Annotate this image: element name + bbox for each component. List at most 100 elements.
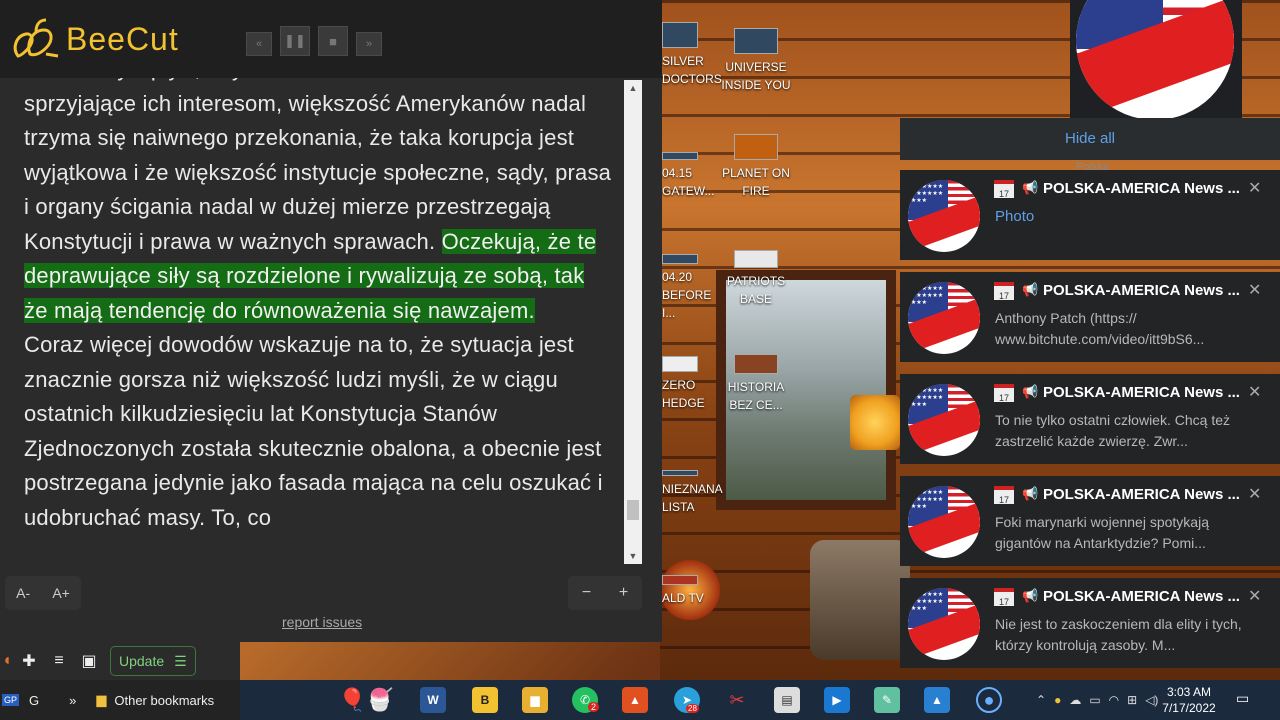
rewind-button[interactable]: « (246, 32, 272, 56)
desktop-icon-silver-doctors[interactable]: SILVER DOCTORS (662, 22, 722, 88)
calendar-icon: 17 (994, 282, 1014, 301)
notification-card[interactable]: ★★★★★★★★★★★★★★★ 17 📢 POLSKA-AMERICA News… (900, 170, 1280, 260)
hide-all-button[interactable]: Hide all (900, 118, 1280, 160)
snipping-tool-icon[interactable]: ✂ (724, 687, 750, 713)
brave-browser-icon[interactable]: ▲ (622, 687, 648, 713)
wallpaper-lamp (850, 395, 900, 450)
beecut-app-icon[interactable]: B (472, 687, 498, 713)
megaphone-icon: 📢 (1022, 486, 1039, 501)
report-issues-link[interactable]: report issues (282, 614, 362, 630)
battery-icon[interactable]: ▭ (1089, 693, 1100, 707)
windows-taskbar: 🎈🍧 W B ▆ ✆ 2 ▲ ➤ 28 ✂ ▤ ▶ ✎ ▲ ● ⌃ ● ☁ ▭ … (240, 680, 1280, 720)
volume-icon[interactable]: ◁) (1145, 693, 1158, 707)
notification-body: Photo (995, 208, 1035, 225)
wallet-icon[interactable]: ▣ (74, 646, 104, 676)
beecut-logo: BeeCut (10, 18, 179, 60)
desktop-icon-gateway[interactable]: 04.15 GATEW... (662, 152, 715, 200)
browser-extension-bar: ◖ ✚ ≡ ▣ Update ☰ (0, 642, 240, 680)
reader-content: nadmierny wpływ, aby uchwalić ustawodaws… (24, 78, 612, 535)
desktop-icon-patriots-base[interactable]: PATRIOTS BASE (716, 250, 796, 308)
desktop-icon-before[interactable]: 04.20 BEFORE I... (662, 254, 712, 322)
desktop-icon-planet-on-fire[interactable]: PLANET ON FIRE (716, 134, 796, 200)
notification-title: POLSKA-AMERICA News ... (1043, 588, 1240, 605)
reader-text-area[interactable]: nadmierny wpływ, aby uchwalić ustawodaws… (0, 78, 620, 564)
close-icon[interactable]: ✕ (1248, 586, 1261, 606)
system-clock[interactable]: 3:03 AM 7/17/2022 (1158, 684, 1220, 716)
desktop-icon-ald-tv[interactable]: ALD TV (662, 575, 712, 607)
word-app-icon[interactable]: W (420, 687, 446, 713)
photos-icon[interactable]: ▲ (924, 687, 950, 713)
weather-widget-icon[interactable]: 🎈🍧 (330, 687, 402, 713)
pause-button[interactable]: ❚❚ (280, 26, 310, 56)
notification-body: Nie jest to zaskoczeniem dla elity i tyc… (995, 616, 1242, 653)
puzzle-extensions-icon[interactable]: ✚ (14, 646, 44, 676)
network-icon[interactable]: ⊞ (1127, 693, 1137, 707)
calendar-icon: 17 (994, 180, 1014, 199)
folder-icon: ▆ (96, 692, 107, 707)
shortcut-thumbnail-icon (662, 356, 698, 372)
flag-avatar-large: ★★★★★★★★★★★★★★★★★★★★★★★★★★★★★★★★★★★★ (1070, 0, 1242, 120)
notepad-icon[interactable]: ▤ (774, 687, 800, 713)
zoom-out-button[interactable]: − (582, 584, 591, 602)
desktop-icon-zero-hedge[interactable]: ZERO HEDGE (662, 356, 712, 412)
notification-card[interactable]: ★★★★★★★★★★★★★★★ 17 📢 POLSKA-AMERICA News… (900, 476, 1280, 566)
scrollbar-thumb[interactable] (627, 500, 639, 520)
calendar-icon: 17 (994, 588, 1014, 607)
shortcut-thumbnail-icon (662, 152, 698, 160)
update-button[interactable]: Update ☰ (110, 646, 196, 676)
megaphone-icon: 📢 (1022, 180, 1039, 195)
desktop-icon-label: 04.15 GATEW... (662, 166, 715, 198)
close-icon[interactable]: ✕ (1248, 178, 1261, 198)
desktop-icon-nieznana-lista[interactable]: NIEZNANA LISTA (662, 470, 722, 516)
close-icon[interactable]: ✕ (1248, 382, 1261, 402)
stop-button[interactable]: ■ (318, 26, 348, 56)
notification-card[interactable]: ★★★★★★★★★★★★★★★ 17 📢 POLSKA-AMERICA News… (900, 578, 1280, 668)
notification-title: POLSKA-AMERICA News ... (1043, 486, 1240, 503)
notification-card[interactable]: ★★★★★★★★★★★★★★★ 17 📢 POLSKA-AMERICA News… (900, 272, 1280, 362)
app-circle-icon[interactable]: ● (976, 687, 1002, 713)
desktop-icon-historia[interactable]: HISTORIA BEZ CE... (716, 354, 796, 414)
us-poland-flag-icon: ★★★★★★★★★★★★★★★ (908, 180, 980, 252)
reader-scrollbar[interactable]: ▲ ▼ (624, 80, 642, 564)
video-editor-icon[interactable]: ▶ (824, 687, 850, 713)
pen-tool-icon[interactable]: ✎ (874, 687, 900, 713)
file-explorer-icon[interactable]: ▆ (522, 687, 548, 713)
forward-button[interactable]: » (356, 32, 382, 56)
notification-card[interactable]: ★★★★★★★★★★★★★★★ 17 📢 POLSKA-AMERICA News… (900, 374, 1280, 464)
bookmarks-bar: GP G » ▆ Other bookmarks (0, 680, 240, 720)
update-label: Update (119, 653, 165, 669)
notification-center-icon[interactable]: ▭ (1236, 690, 1256, 710)
megaphone-icon: 📢 (1022, 384, 1039, 399)
reading-list-icon[interactable]: ≡ (44, 646, 74, 676)
desktop-icon-label: PLANET ON FIRE (722, 166, 790, 198)
show-hidden-icons-chevron-icon[interactable]: ⌃ (1036, 693, 1046, 707)
text-reader-panel: nadmierny wpływ, aby uchwalić ustawodaws… (0, 78, 662, 642)
zoom-in-button[interactable]: + (619, 584, 628, 602)
us-poland-flag-icon: ★★★★★★★★★★★★★★★ (908, 384, 980, 456)
desktop-icon-label: 04.20 BEFORE I... (662, 270, 712, 320)
close-icon[interactable]: ✕ (1248, 484, 1261, 504)
scroll-up-icon[interactable]: ▲ (624, 80, 642, 96)
wifi-icon[interactable]: ◠ (1109, 693, 1119, 707)
onedrive-icon[interactable]: ☁ (1069, 693, 1081, 707)
font-size-control: A- A+ (5, 576, 81, 610)
desktop-icon-universe-inside-you[interactable]: UNIVERSE INSIDE YOU (716, 28, 796, 94)
bee-logo-icon (13, 18, 59, 58)
more-bookmarks-chevron-icon[interactable]: » (69, 693, 76, 708)
other-bookmarks[interactable]: Other bookmarks (114, 693, 214, 708)
bookmark-favicon-icon: GP (2, 694, 20, 706)
menu-icon: ☰ (174, 652, 187, 669)
close-icon[interactable]: ✕ (1248, 280, 1261, 300)
font-increase-button[interactable]: A+ (52, 585, 70, 601)
audio-extension-icon[interactable]: ◖ (0, 646, 14, 676)
partial-notification-header: Polska (1076, 161, 1110, 170)
shortcut-thumbnail-icon (662, 470, 698, 476)
scroll-down-icon[interactable]: ▼ (624, 548, 642, 564)
shortcut-thumbnail-icon (662, 22, 698, 48)
megaphone-icon: 📢 (1022, 588, 1039, 603)
whatsapp-badge: 2 (588, 702, 600, 712)
tray-app-icon[interactable]: ● (1054, 693, 1061, 707)
bookmark-g[interactable]: G (29, 693, 39, 708)
shortcut-thumbnail-icon (662, 575, 698, 585)
font-decrease-button[interactable]: A- (16, 585, 30, 601)
